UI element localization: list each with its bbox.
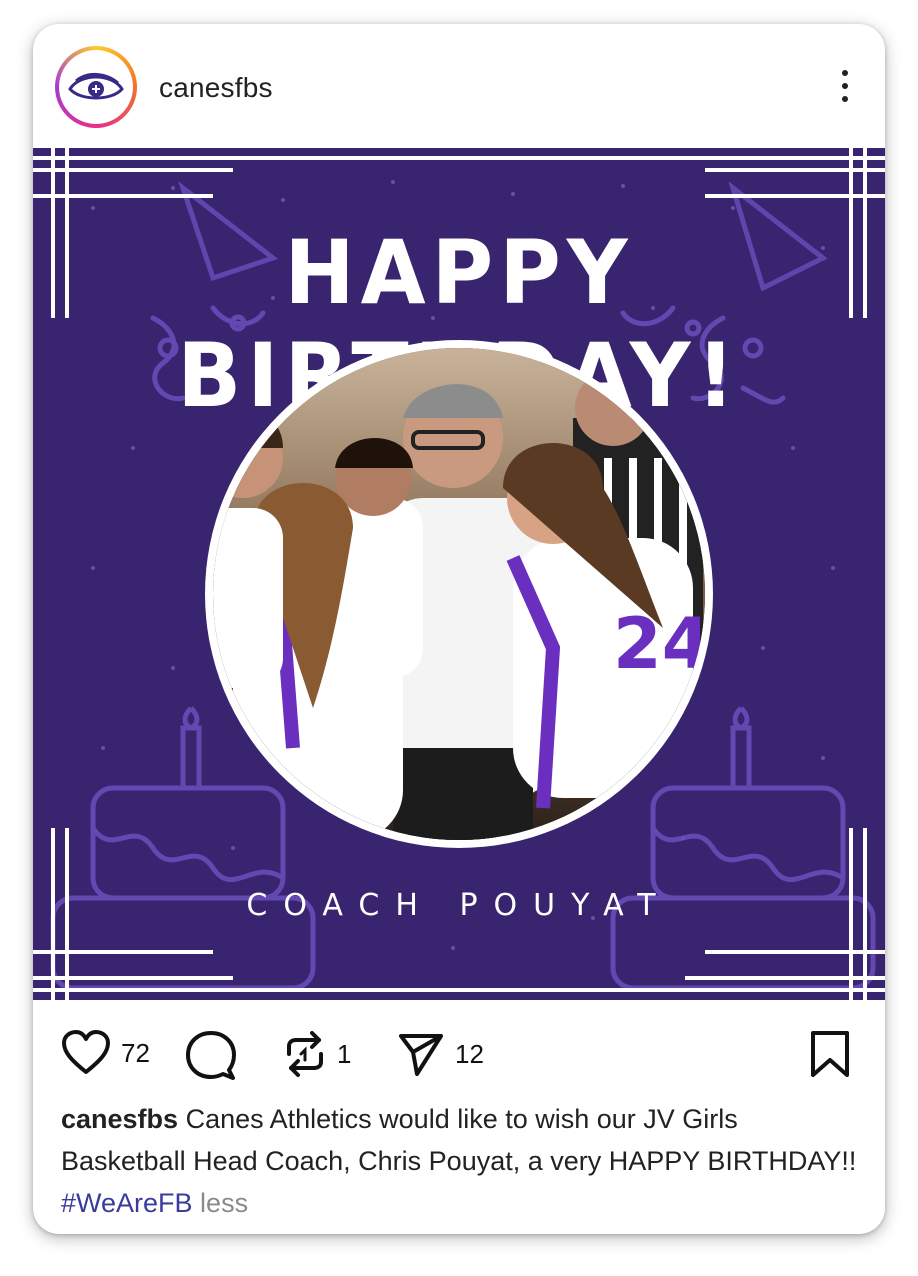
action-bar: 72 1 12 xyxy=(33,1000,885,1100)
canes-logo-icon xyxy=(68,73,124,100)
post-caption: canesfbs Canes Athletics would like to w… xyxy=(61,1098,861,1224)
heart-icon xyxy=(62,1030,110,1074)
comment-button[interactable] xyxy=(185,1030,237,1080)
team-photo: 24 xyxy=(213,348,705,840)
post-header: canesfbs xyxy=(33,24,885,148)
jersey-number: 24 xyxy=(613,603,705,685)
repost-icon xyxy=(287,1031,323,1077)
avatar-logo xyxy=(59,50,133,124)
more-options-icon[interactable] xyxy=(839,70,851,106)
coach-name: COACH POUYAT xyxy=(246,888,672,923)
repost-count: 1 xyxy=(337,1038,352,1069)
repost-button[interactable]: 1 xyxy=(283,1030,351,1078)
share-count: 12 xyxy=(455,1038,484,1069)
caption-username[interactable]: canesfbs xyxy=(61,1104,178,1134)
like-count: 72 xyxy=(121,1037,150,1068)
photo-frame: 24 xyxy=(205,340,713,848)
post-card: canesfbs HAPPY 24 COACH POUYAT 72 1 12 c… xyxy=(33,24,885,1234)
avatar[interactable] xyxy=(55,46,137,128)
post-image[interactable]: HAPPY BIRTHDAY! xyxy=(33,148,885,1000)
save-button[interactable] xyxy=(809,1030,851,1078)
post-username[interactable]: canesfbs xyxy=(159,72,273,104)
comment-icon xyxy=(186,1031,236,1080)
team-huddle-illustration: 24 xyxy=(213,348,705,840)
send-icon xyxy=(399,1034,443,1076)
caption-less-link[interactable]: less xyxy=(193,1188,248,1218)
caption-hashtag[interactable]: #WeAreFB xyxy=(61,1188,193,1218)
bookmark-icon xyxy=(811,1031,849,1077)
caption-text: Canes Athletics would like to wish our J… xyxy=(61,1104,857,1176)
share-button[interactable]: 12 xyxy=(397,1030,484,1078)
like-button[interactable]: 72 xyxy=(61,1030,150,1076)
